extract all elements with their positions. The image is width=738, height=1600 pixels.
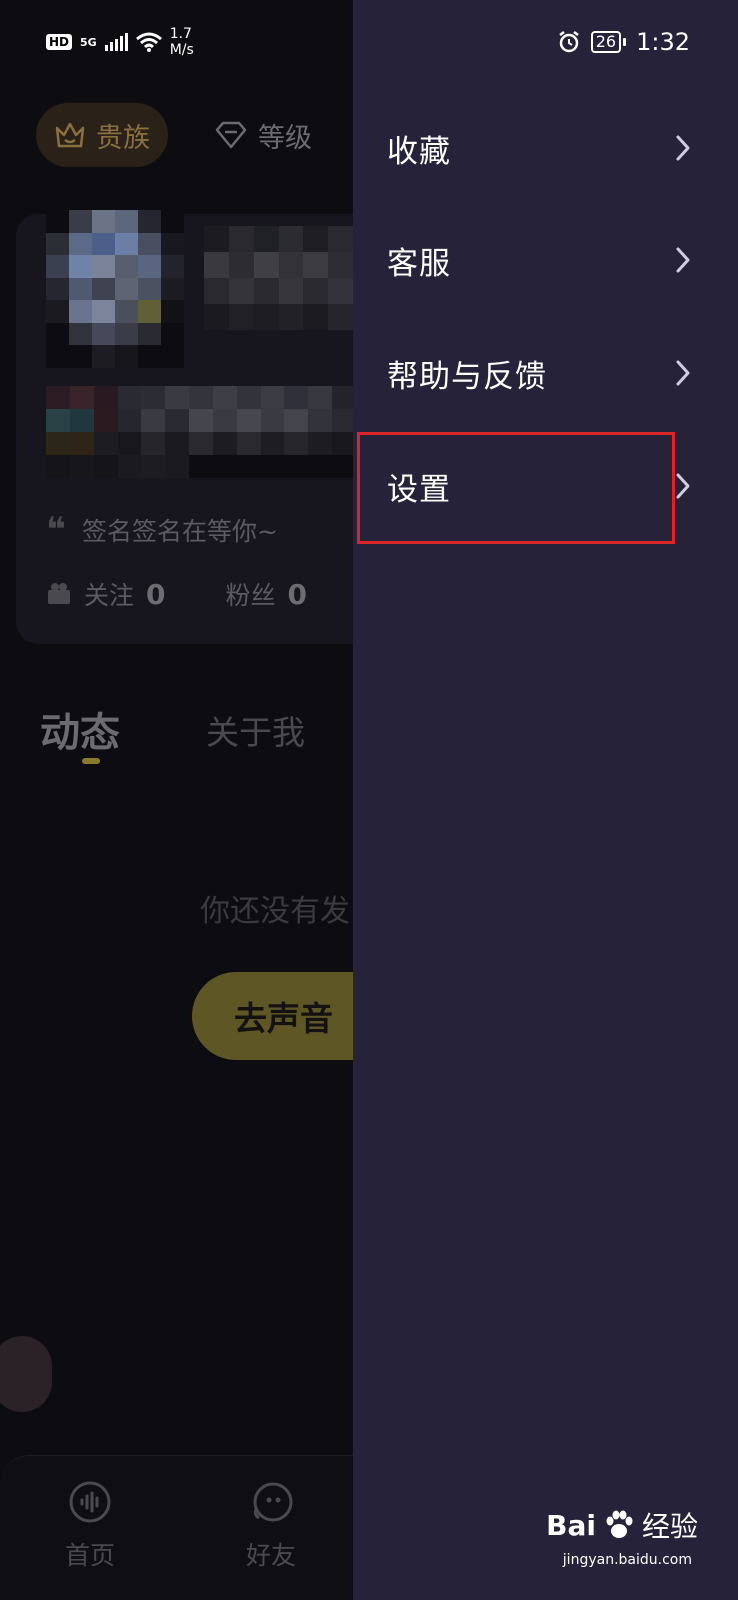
status-bar-left: HD 5G 1.7 M/s xyxy=(46,26,194,58)
nav-home[interactable]: 首页 xyxy=(45,1480,135,1572)
battery-icon: 26 xyxy=(590,31,627,53)
nav-home-label: 首页 xyxy=(64,1541,115,1570)
speed-value: 1.7 xyxy=(169,26,192,42)
profile-page-dimmed[interactable]: HD 5G 1.7 M/s 贵族 等级 ❝ 签名签名在等你~ 关注 0 粉丝 0… xyxy=(0,0,353,1600)
status-bar-right: 26 1:32 xyxy=(557,28,690,56)
chevron-right-icon xyxy=(676,473,690,499)
empty-state-text: 你还没有发 xyxy=(200,894,350,929)
tab-about-me[interactable]: 关于我 xyxy=(206,706,305,754)
menu-item-customer-service[interactable]: 客服 xyxy=(353,230,738,290)
friends-icon xyxy=(253,1482,293,1522)
home-voice-icon xyxy=(69,1481,111,1523)
nickname-pixelated xyxy=(204,226,353,330)
baidu-watermark: Bai 经验 xyxy=(546,1505,698,1545)
level-label: 等级 xyxy=(258,122,312,154)
alarm-icon xyxy=(558,31,579,53)
nav-friends-label: 好友 xyxy=(245,1541,296,1570)
stats-row: 关注 0 粉丝 0 xyxy=(46,576,307,612)
speed-unit: M/s xyxy=(169,42,194,58)
noble-chip[interactable]: 贵族 xyxy=(36,103,168,167)
wifi-icon xyxy=(135,32,162,52)
clock-time: 1:32 xyxy=(636,28,690,56)
watermark-brand: Bai xyxy=(546,1508,596,1542)
menu-item-help-feedback-label: 帮助与反馈 xyxy=(387,358,547,395)
hd-indicator: HD xyxy=(46,34,73,50)
menu-item-favorites[interactable]: 收藏 xyxy=(353,118,738,178)
avatar-pixelated[interactable] xyxy=(46,210,184,368)
menu-item-customer-service-label: 客服 xyxy=(387,245,451,282)
network-type: 5G xyxy=(80,35,97,49)
chevron-right-icon xyxy=(676,247,690,273)
follow-label[interactable]: 关注 xyxy=(84,576,134,612)
fans-label[interactable]: 粉丝 xyxy=(226,576,276,612)
level-chip[interactable]: 等级 xyxy=(196,103,330,167)
watermark-brand2: 经验 xyxy=(641,1510,698,1543)
battery-level: 26 xyxy=(590,31,622,53)
chevron-right-icon xyxy=(676,135,690,161)
signature-text: 签名签名在等你~ xyxy=(81,517,278,546)
fans-count[interactable]: 0 xyxy=(288,578,307,611)
tab-moments[interactable]: 动态 xyxy=(40,700,120,758)
nav-friends[interactable]: 好友 xyxy=(226,1480,316,1572)
mascot-icon[interactable] xyxy=(0,1336,52,1412)
noble-label: 贵族 xyxy=(96,122,150,154)
gift-icon xyxy=(48,583,70,604)
tags-pixelated xyxy=(46,386,353,478)
menu-item-help-feedback[interactable]: 帮助与反馈 xyxy=(353,343,738,403)
app-root: HD 5G 1.7 M/s 贵族 等级 ❝ 签名签名在等你~ 关注 0 粉丝 0… xyxy=(0,0,738,1600)
quote-icon: ❝ xyxy=(46,510,66,550)
paw-icon xyxy=(606,1510,633,1538)
go-voice-button[interactable]: 去声音 xyxy=(192,972,353,1060)
follow-count[interactable]: 0 xyxy=(146,578,165,611)
watermark-url: jingyan.baidu.com xyxy=(562,1552,692,1568)
chevron-right-icon xyxy=(676,360,690,386)
menu-item-favorites-label: 收藏 xyxy=(387,133,451,170)
tab-indicator xyxy=(82,758,100,764)
diamond-icon xyxy=(215,121,247,149)
signal-icon xyxy=(104,33,128,51)
signature-row[interactable]: ❝ 签名签名在等你~ xyxy=(46,512,278,548)
network-speed: 1.7 M/s xyxy=(170,26,194,58)
settings-highlight-box xyxy=(357,432,675,544)
crown-icon xyxy=(55,122,85,148)
